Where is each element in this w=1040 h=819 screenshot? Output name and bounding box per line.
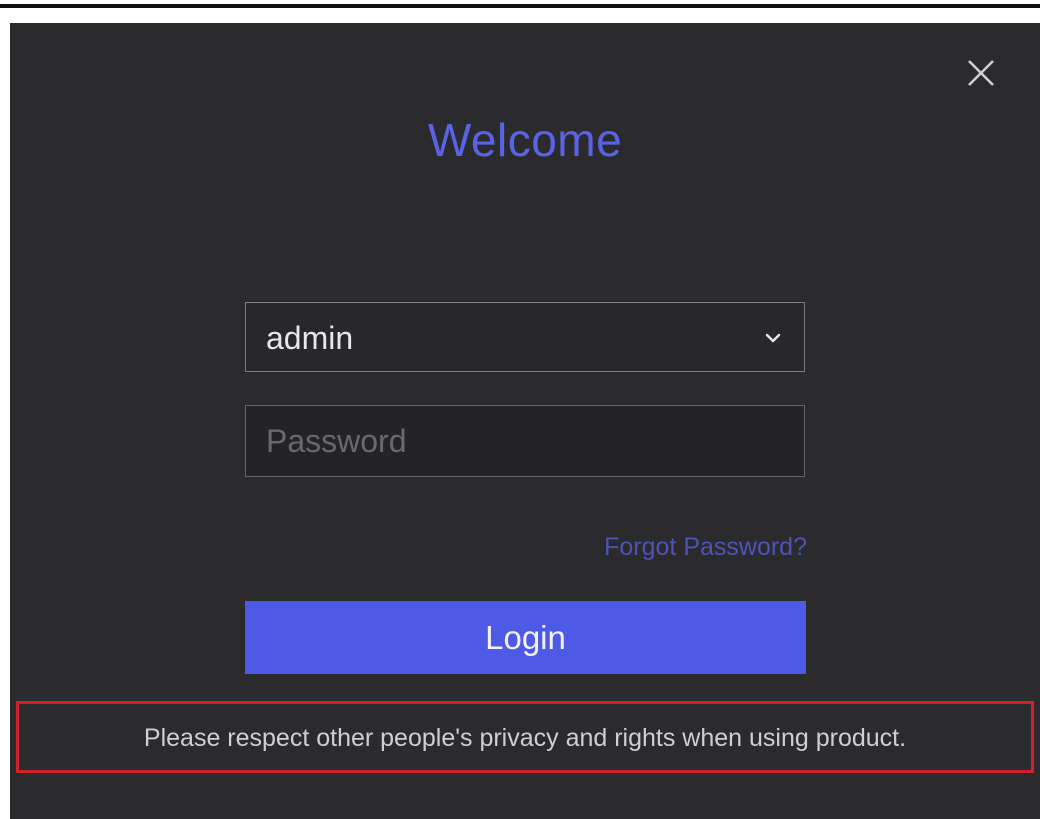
- username-value: admin: [266, 320, 354, 356]
- close-icon: [968, 60, 994, 86]
- password-input[interactable]: [245, 405, 805, 477]
- dialog-title: Welcome: [427, 114, 623, 166]
- close-button[interactable]: [958, 50, 1004, 96]
- top-divider: [0, 4, 1040, 8]
- privacy-notice-highlight: Please respect other people's privacy an…: [16, 701, 1034, 773]
- chevron-down-icon: [764, 329, 782, 347]
- username-select[interactable]: admin: [245, 302, 805, 372]
- forgot-password-link[interactable]: Forgot Password?: [604, 533, 807, 562]
- login-button[interactable]: Login: [245, 601, 806, 674]
- privacy-notice-text: Please respect other people's privacy an…: [143, 724, 907, 752]
